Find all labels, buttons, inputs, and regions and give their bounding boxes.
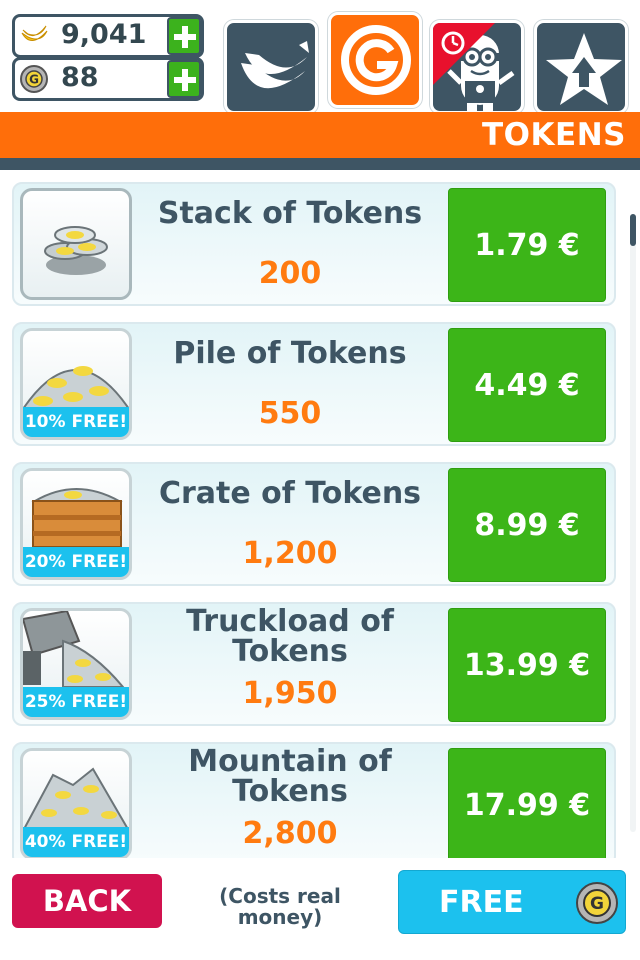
note-line2: money)	[237, 905, 323, 929]
buy-tokens-plus-button[interactable]	[167, 60, 201, 98]
top-bar: 9,041 G 88	[0, 0, 640, 114]
bonus-badge: 40% FREE!	[23, 827, 129, 857]
note-line1: (Costs real	[219, 884, 341, 908]
free-label: FREE	[439, 885, 524, 920]
banana-count: 9,041	[61, 19, 147, 50]
tab-minions[interactable]	[430, 20, 524, 114]
tab-bananas[interactable]	[224, 20, 318, 114]
buy-price-button[interactable]: 13.99 €	[448, 608, 606, 722]
svg-text:G: G	[29, 73, 39, 87]
token-g-icon	[341, 25, 411, 95]
offer-amount: 1,200	[242, 536, 338, 571]
bonus-badge: 10% FREE!	[23, 407, 129, 437]
footer-bar: BACK (Costs real money) FREE G	[0, 858, 640, 960]
buy-bananas-plus-button[interactable]	[167, 17, 201, 55]
token-stack-icon	[44, 226, 108, 275]
offer-name-line2: Tokens	[232, 634, 348, 669]
banana-counter: 9,041	[12, 14, 204, 58]
buy-price-button[interactable]: 17.99 €	[448, 748, 606, 858]
offer-image: 40% FREE!	[20, 748, 132, 858]
offer-amount: 200	[258, 256, 322, 291]
buy-price-button[interactable]: 8.99 €	[448, 468, 606, 582]
list-item: Stack of Tokens 200 1.79 €	[12, 182, 616, 306]
back-button[interactable]: BACK	[12, 874, 162, 928]
banana-bunch-icon	[241, 41, 309, 89]
offer-name: Pile of Tokens	[173, 336, 407, 371]
list-item: 40% FREE! Mountain of Tokens 2,800 17.99…	[12, 742, 616, 858]
scrollbar-thumb[interactable]	[630, 214, 636, 246]
offer-name: Stack of Tokens	[157, 196, 423, 231]
list-item: 20% FREE! Crate of Tokens 1,200 8.99 €	[12, 462, 616, 586]
list-item: 25% FREE! Truckload of Tokens 1,950 13.9…	[12, 602, 616, 726]
scrollbar-track[interactable]	[630, 214, 636, 832]
banana-icon	[21, 25, 48, 41]
tab-tokens[interactable]	[328, 12, 422, 108]
offer-amount: 2,800	[242, 816, 338, 851]
buy-price-button[interactable]: 4.49 €	[448, 328, 606, 442]
offer-name: Truckload of	[186, 604, 394, 639]
offer-image: 20% FREE!	[20, 468, 132, 580]
bonus-badge: 25% FREE!	[23, 687, 129, 717]
token-offer-list[interactable]: Stack of Tokens 200 1.79 € 10% FREE! Pil…	[0, 170, 640, 858]
page-title: TOKENS	[482, 117, 626, 153]
section-header: TOKENS	[0, 112, 640, 158]
token-count: 88	[61, 62, 99, 93]
offer-name: Crate of Tokens	[158, 476, 422, 511]
header-divider	[0, 158, 640, 170]
tab-upgrades[interactable]	[534, 20, 628, 114]
offer-name: Mountain of	[188, 744, 392, 779]
offer-amount: 1,950	[242, 676, 338, 711]
offer-amount: 550	[258, 396, 322, 431]
token-coin-icon: G	[20, 65, 48, 93]
offer-name-line2: Tokens	[232, 774, 348, 809]
offer-image: 10% FREE!	[20, 328, 132, 440]
list-item: 10% FREE! Pile of Tokens 550 4.49 €	[12, 322, 616, 446]
offer-image	[20, 188, 132, 300]
free-tokens-button[interactable]: FREE G	[398, 870, 626, 934]
real-money-note: (Costs real money)	[190, 886, 370, 928]
svg-text:G: G	[590, 894, 604, 914]
buy-price-button[interactable]: 1.79 €	[448, 188, 606, 302]
bonus-badge: 20% FREE!	[23, 547, 129, 577]
timer-icon	[433, 23, 495, 85]
offer-image: 25% FREE!	[20, 608, 132, 720]
token-coin-icon: G	[576, 882, 618, 924]
star-arrow-icon	[546, 33, 622, 105]
token-counter: G 88	[12, 57, 204, 101]
